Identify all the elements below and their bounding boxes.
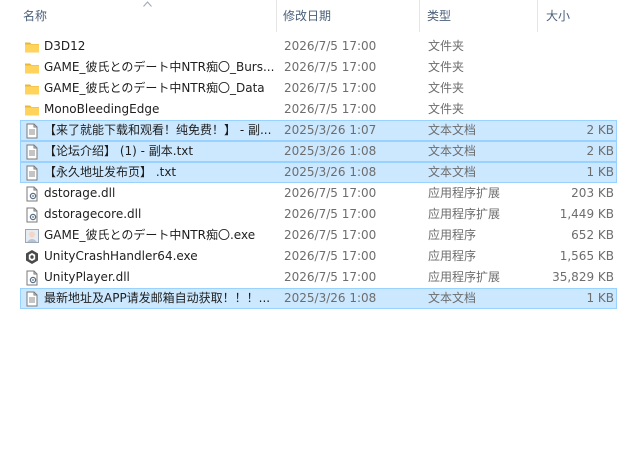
folder-icon (24, 102, 40, 118)
file-name: dstorage.dll (44, 186, 116, 200)
file-name: 最新地址及APP请发邮箱自动获取！！！... (44, 291, 271, 305)
file-size: 652 KB (571, 228, 614, 242)
file-modified-date: 2026/7/5 17:00 (284, 249, 377, 263)
file-modified-date: 2025/3/26 1:08 (284, 144, 377, 158)
file-type: 文本文档 (428, 291, 477, 305)
column-divider[interactable] (537, 0, 538, 32)
file-row[interactable]: UnityPlayer.dll 2026/7/5 17:00 应用程序扩展 35,82… (20, 267, 617, 288)
game-exe-icon (24, 228, 40, 244)
file-modified-date: 2026/7/5 17:00 (284, 39, 377, 53)
file-size (541, 58, 614, 77)
folder-icon (24, 60, 40, 76)
column-header: 名称 修改日期 类型 大小 (0, 0, 621, 32)
file-type: 应用程序扩展 (428, 270, 501, 284)
dll-file-icon (24, 270, 40, 286)
file-size: 35,829 KB (552, 270, 614, 284)
file-size: 1,565 KB (559, 249, 614, 263)
file-type: 应用程序扩展 (428, 207, 501, 221)
folder-icon (24, 81, 40, 97)
file-row[interactable]: 【永久地址发布页】 .txt 2025/3/26 1:08 文本文档 1 KB (20, 162, 617, 183)
file-row[interactable]: 【论坛介绍】 (1) - 副本.txt 2025/3/26 1:08 文本文档 2 K… (20, 141, 617, 162)
file-name: GAME_彼氏とのデート中NTR痴〇_Data (44, 81, 265, 95)
file-row[interactable]: dstorage.dll 2026/7/5 17:00 应用程序扩展 203 KB (20, 183, 617, 204)
file-modified-date: 2025/3/26 1:08 (284, 165, 377, 179)
file-type: 文件夹 (428, 39, 465, 53)
file-row[interactable]: D3D12 2026/7/5 17:00 文件夹 (20, 36, 617, 57)
file-row[interactable]: dstoragecore.dll 2026/7/5 17:00 应用程序扩展 1,44… (20, 204, 617, 225)
file-size: 203 KB (571, 186, 614, 200)
file-modified-date: 2026/7/5 17:00 (284, 270, 377, 284)
file-name: dstoragecore.dll (44, 207, 142, 221)
file-name: GAME_彼氏とのデート中NTR痴〇.exe (44, 228, 256, 242)
file-row[interactable]: MonoBleedingEdge 2026/7/5 17:00 文件夹 (20, 99, 617, 120)
file-name: UnityPlayer.dll (44, 270, 130, 284)
file-row[interactable]: 【来了就能下载和观看！纯免费！】 - 副... 2025/3/26 1:07 文本文… (20, 120, 617, 141)
folder-icon (24, 39, 40, 55)
column-header-name[interactable]: 名称 (20, 0, 275, 32)
file-name: 【永久地址发布页】 .txt (44, 165, 177, 179)
file-name: UnityCrashHandler64.exe (44, 249, 198, 263)
file-modified-date: 2025/3/26 1:08 (284, 291, 377, 305)
file-name: 【来了就能下载和观看！纯免费！】 - 副... (44, 123, 272, 137)
file-size (541, 100, 614, 119)
column-divider[interactable] (276, 0, 277, 32)
file-type: 应用程序 (428, 228, 477, 242)
unity-icon (24, 249, 40, 265)
file-row[interactable]: UnityCrashHandler64.exe 2026/7/5 17:00 应用程… (20, 246, 617, 267)
dll-file-icon (24, 186, 40, 202)
file-row[interactable]: 最新地址及APP请发邮箱自动获取！！！... 2025/3/26 1:08 文本文档… (20, 288, 617, 309)
file-modified-date: 2026/7/5 17:00 (284, 207, 377, 221)
file-name: GAME_彼氏とのデート中NTR痴〇_Burs... (44, 60, 275, 74)
text-file-icon (24, 291, 40, 307)
text-file-icon (24, 123, 40, 139)
file-modified-date: 2026/7/5 17:00 (284, 228, 377, 242)
file-modified-date: 2026/7/5 17:00 (284, 81, 377, 95)
file-type: 文本文档 (428, 144, 477, 158)
file-row[interactable]: GAME_彼氏とのデート中NTR痴〇.exe 2026/7/5 17:00 应用程序… (20, 225, 617, 246)
file-size: 1 KB (586, 165, 614, 179)
file-modified-date: 2025/3/26 1:07 (284, 123, 377, 137)
file-size: 2 KB (586, 144, 614, 158)
file-type: 文本文档 (428, 123, 477, 137)
file-modified-date: 2026/7/5 17:00 (284, 186, 377, 200)
file-name: MonoBleedingEdge (44, 102, 160, 116)
file-type: 应用程序 (428, 249, 477, 263)
file-name: 【论坛介绍】 (1) - 副本.txt (44, 144, 194, 158)
file-type: 文件夹 (428, 60, 465, 74)
file-size (541, 79, 614, 98)
file-type: 文件夹 (428, 81, 465, 95)
file-modified-date: 2026/7/5 17:00 (284, 60, 377, 74)
column-divider[interactable] (419, 0, 420, 32)
file-row[interactable]: GAME_彼氏とのデート中NTR痴〇_Data 2026/7/5 17:00 文件夹 (20, 78, 617, 99)
file-size: 1 KB (586, 291, 614, 305)
text-file-icon (24, 165, 40, 181)
file-type: 应用程序扩展 (428, 186, 501, 200)
file-type: 文本文档 (428, 165, 477, 179)
file-size: 2 KB (586, 123, 614, 137)
column-header-date[interactable]: 修改日期 (280, 0, 418, 32)
file-row[interactable]: GAME_彼氏とのデート中NTR痴〇_Burs... 2026/7/5 17:00… (20, 57, 617, 78)
file-size (541, 37, 614, 56)
file-modified-date: 2026/7/5 17:00 (284, 102, 377, 116)
column-header-type[interactable]: 类型 (424, 0, 536, 32)
file-type: 文件夹 (428, 102, 465, 116)
dll-file-icon (24, 207, 40, 223)
file-list: D3D12 2026/7/5 17:00 文件夹 GAME_彼氏とのデート中NTR痴… (0, 36, 621, 309)
text-file-icon (24, 144, 40, 160)
column-header-size[interactable]: 大小 (543, 0, 619, 32)
file-size: 1,449 KB (559, 207, 614, 221)
file-name: D3D12 (44, 39, 86, 53)
